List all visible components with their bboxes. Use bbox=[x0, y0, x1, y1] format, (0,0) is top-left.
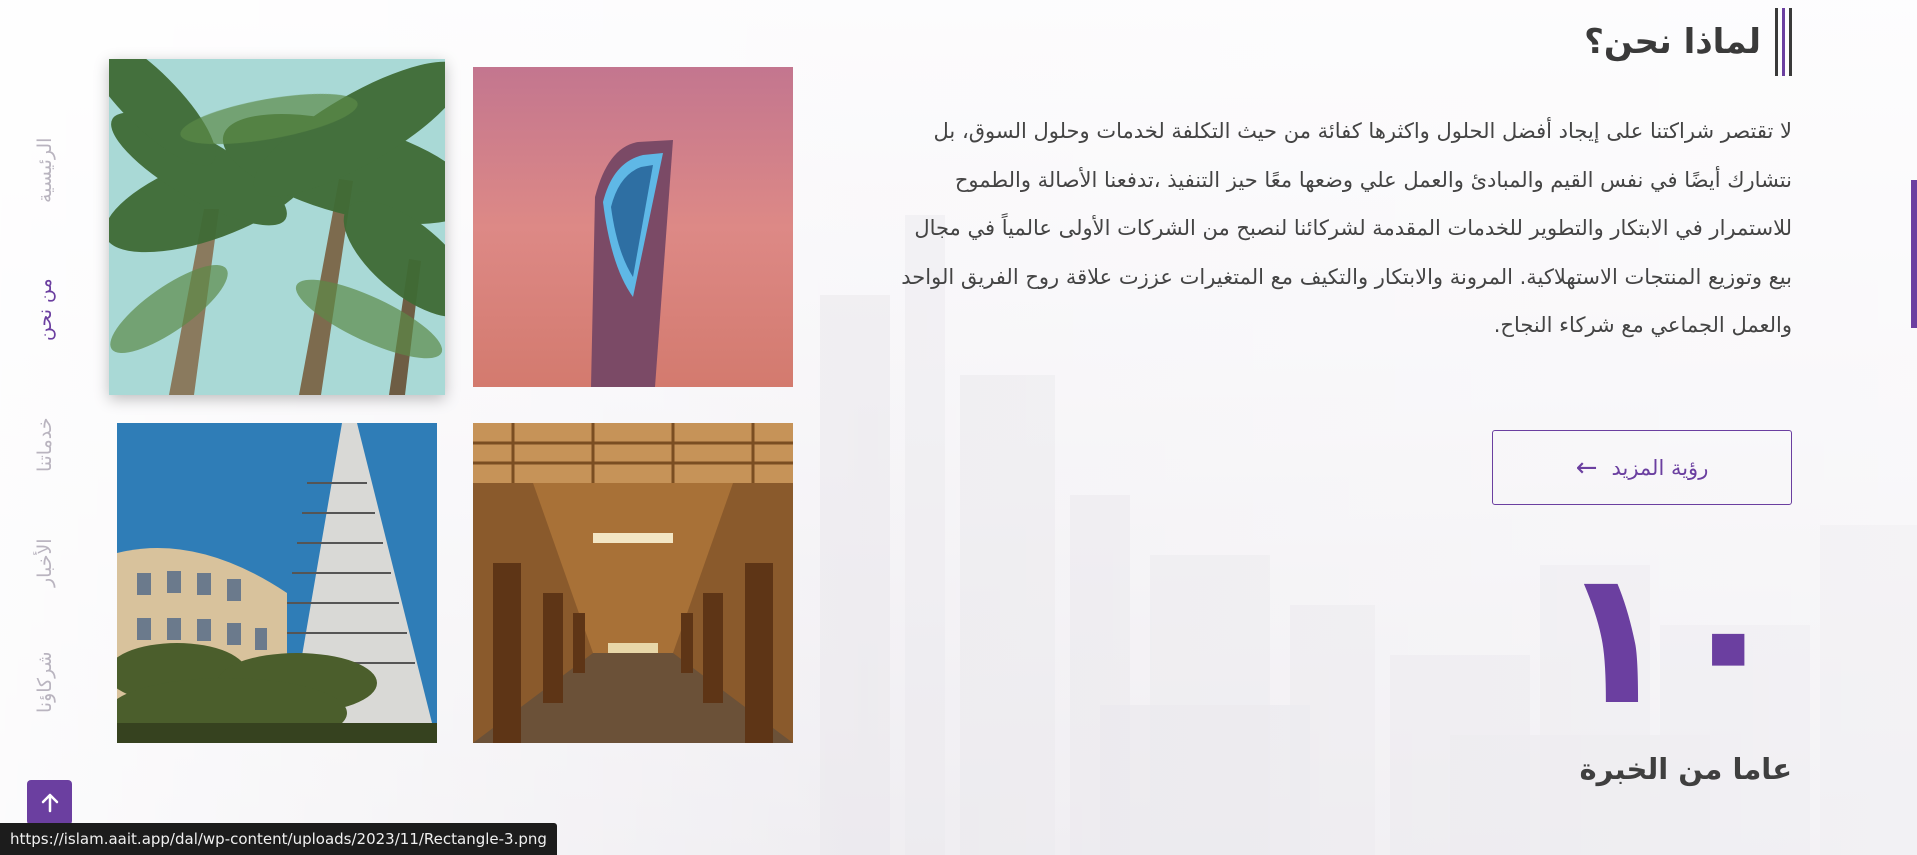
vertical-nav: الرئيسية من نحن خدماتنا الأخبار شركاؤنا bbox=[28, 120, 62, 760]
section-heading: لماذا نحن؟ bbox=[1584, 8, 1792, 76]
faisaliah-tower-photo[interactable] bbox=[117, 423, 437, 743]
status-bar-url: https://islam.aait.app/dal/wp-content/up… bbox=[0, 823, 557, 855]
nav-item-about[interactable]: من نحن bbox=[28, 270, 62, 350]
nav-item-services[interactable]: خدماتنا bbox=[28, 400, 62, 490]
section-indicator bbox=[1911, 180, 1917, 328]
nav-item-home[interactable]: الرئيسية bbox=[28, 120, 62, 220]
nav-item-partners[interactable]: شركاؤنا bbox=[28, 635, 62, 730]
arrow-up-icon bbox=[41, 793, 58, 812]
page-title: لماذا نحن؟ bbox=[1584, 22, 1761, 62]
palm-trees-photo[interactable] bbox=[109, 59, 445, 395]
arrow-left-icon: ← bbox=[1575, 452, 1598, 483]
nav-item-news[interactable]: الأخبار bbox=[28, 525, 62, 600]
experience-count: ١٠ bbox=[1557, 529, 1789, 746]
about-paragraph: لا تقتصر شراكتنا على إيجاد أفضل الحلول و… bbox=[901, 119, 1792, 337]
see-more-button[interactable]: رؤية المزيد ← bbox=[1492, 430, 1792, 505]
scroll-top-button[interactable] bbox=[27, 780, 72, 825]
heading-bars bbox=[1775, 8, 1792, 76]
arcade-corridor-photo[interactable] bbox=[473, 423, 793, 743]
see-more-label: رؤية المزيد bbox=[1611, 455, 1709, 480]
experience-label: عاما من الخبرة bbox=[1579, 752, 1792, 786]
kingdom-tower-photo[interactable] bbox=[473, 67, 793, 387]
